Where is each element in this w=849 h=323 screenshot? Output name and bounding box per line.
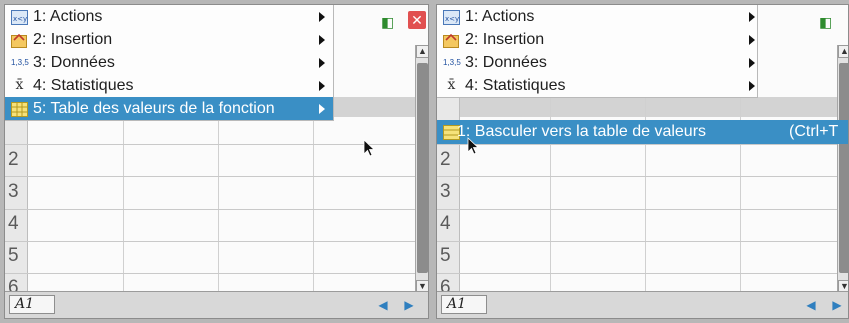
cell-reference-field[interactable]: A1 [441,295,487,314]
status-bar: A1 ◀ ▶ [437,291,848,318]
submenu-arrow-icon [749,12,755,22]
menu-item-actions[interactable]: x<y 1: Actions [437,5,757,28]
svg-text:x<y: x<y [445,15,459,23]
row-number-3: 3 [8,181,19,202]
right-screen-panel: 2 3 4 5 6 ▲ ▼ ◧ x<y 1: Actions 2: Insert… [436,4,849,319]
status-bar: A1 ◀ ▶ [5,291,428,318]
menu-item-donnees[interactable]: 1,3,5 3: Données [5,51,333,74]
arrow-left-icon[interactable]: ◀ [373,296,393,314]
statistics-icon: x̄ [447,77,456,93]
statistics-icon: x̄ [15,77,24,93]
mouse-pointer-icon [363,139,376,157]
left-screen-panel: 2 3 4 5 6 ▲ ▼ ◧ ✕ x<y 1: Actions 2: Inse… [4,4,429,319]
menu-item-actions[interactable]: x<y 1: Actions [5,5,333,28]
menu-item-insertion[interactable]: 2: Insertion [5,28,333,51]
submenu-arrow-icon [319,12,325,22]
data-icon: 1,3,5 [443,58,461,67]
context-menu: x<y 1: Actions 2: Insertion 1,3,5 3: Don… [437,5,758,98]
arrow-left-icon[interactable]: ◀ [801,296,821,314]
actions-icon: x<y [11,9,28,25]
menu-item-table-valeurs[interactable]: 5: Table des valeurs de la fonction [5,97,333,120]
submenu-item-basculer-table[interactable]: 1: Basculer vers la table de valeurs (Ct… [437,120,848,144]
column-header-band [437,97,847,117]
menu-item-statistiques[interactable]: x̄ 4: Statistiques [5,74,333,97]
insertion-icon [11,32,28,48]
submenu-item-label: 1: Basculer vers la table de valeurs [457,123,707,140]
row-number-4: 4 [8,213,19,234]
menu-item-insertion[interactable]: 2: Insertion [437,28,757,51]
close-icon[interactable]: ✕ [408,11,426,29]
vertical-scrollbar[interactable]: ▲ ▼ [837,45,848,293]
vertical-scrollbar[interactable]: ▲ ▼ [415,45,428,293]
shortcut-label: (Ctrl+T [789,123,839,140]
scroll-up-icon[interactable]: ▲ [838,45,848,58]
submenu-arrow-icon [319,81,325,91]
submenu-arrow-icon [319,35,325,45]
mouse-pointer-icon [467,137,480,155]
row-number-3: 3 [440,181,451,202]
row-number-5: 5 [440,245,451,266]
data-icon: 1,3,5 [11,58,29,67]
function-table-icon [11,101,28,117]
cell-reference-field[interactable]: A1 [9,295,55,314]
row-number-4: 4 [440,213,451,234]
battery-icon: ◧ [381,14,395,30]
scrollbar-thumb[interactable] [839,63,848,273]
insertion-icon [443,32,460,48]
row-number-2: 2 [8,149,19,170]
arrow-right-icon[interactable]: ▶ [827,296,847,314]
menu-item-donnees[interactable]: 1,3,5 3: Données [437,51,757,74]
submenu-arrow-icon [749,81,755,91]
arrow-right-icon[interactable]: ▶ [399,296,419,314]
submenu-arrow-icon [319,58,325,68]
battery-icon: ◧ [819,14,833,30]
actions-icon: x<y [443,9,460,25]
row-number-5: 5 [8,245,19,266]
submenu-arrow-icon [319,104,325,114]
scroll-up-icon[interactable]: ▲ [416,45,428,58]
scrollbar-thumb[interactable] [417,63,428,273]
row-number-2: 2 [440,149,451,170]
submenu-arrow-icon [749,35,755,45]
submenu-arrow-icon [749,58,755,68]
svg-text:x<y: x<y [13,15,27,23]
context-menu: x<y 1: Actions 2: Insertion 1,3,5 3: Don… [5,5,334,121]
menu-item-statistiques[interactable]: x̄ 4: Statistiques [437,74,757,97]
